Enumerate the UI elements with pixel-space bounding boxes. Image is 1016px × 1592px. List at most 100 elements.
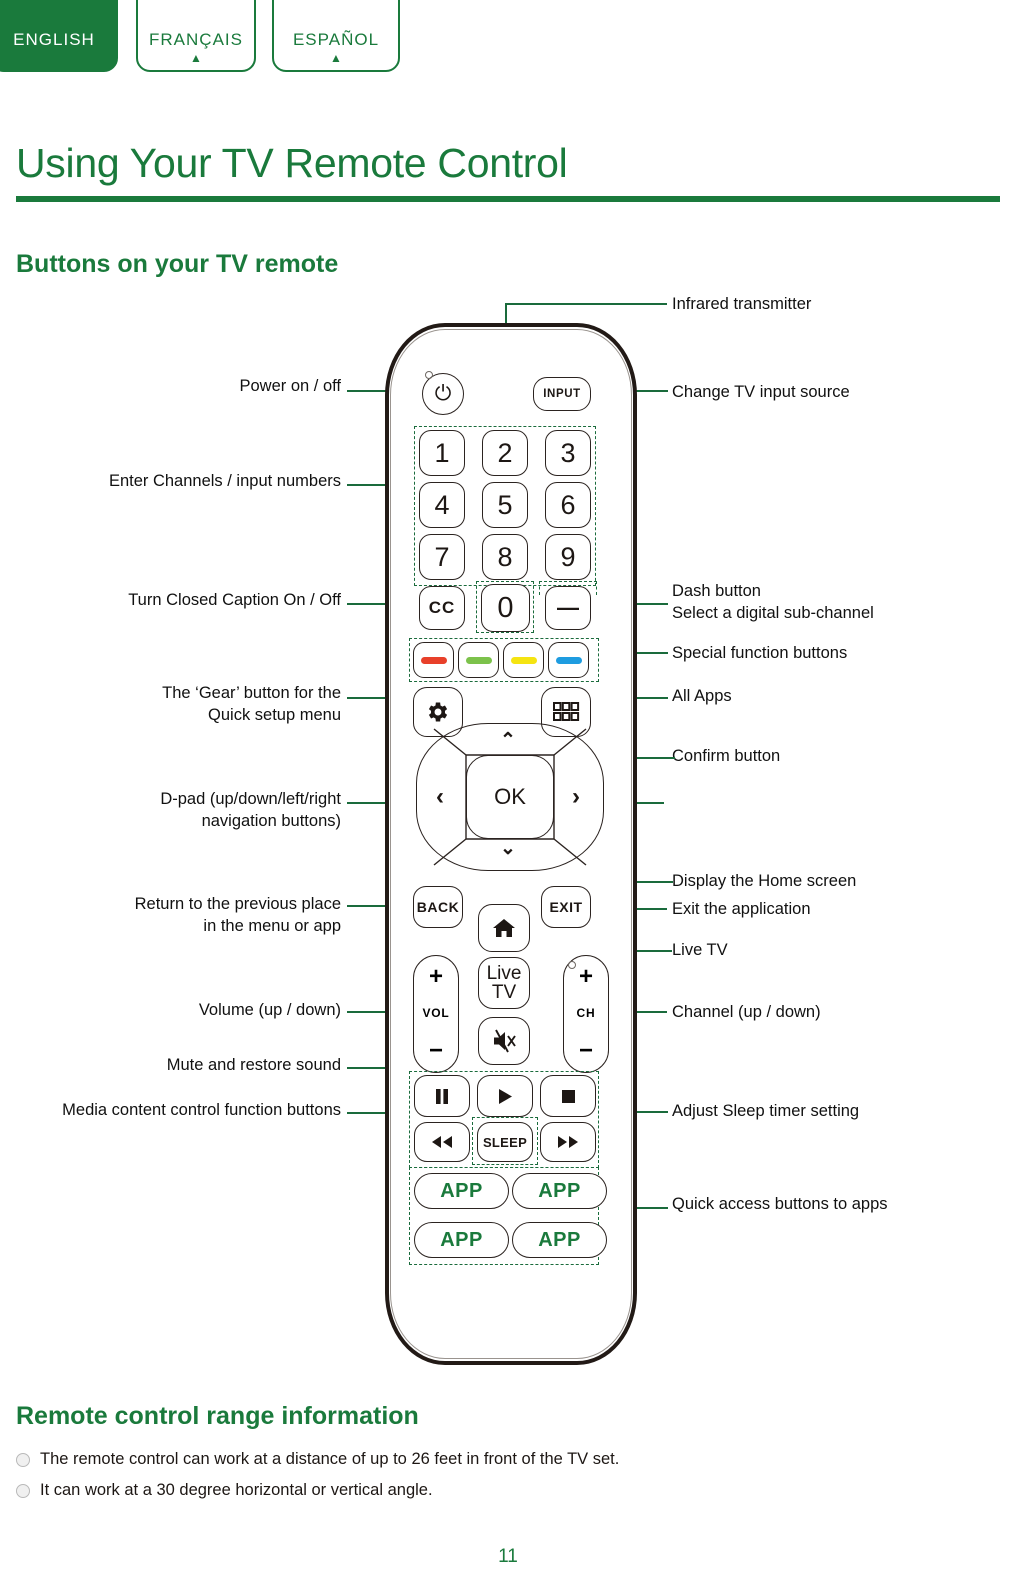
chevron-left-icon: ‹ — [436, 783, 444, 810]
language-tab-english-label: ENGLISH — [13, 30, 95, 49]
power-led-dot — [425, 371, 433, 379]
exit-button[interactable]: EXIT — [541, 886, 591, 928]
annotation-back-line2: in the menu or app — [203, 917, 341, 935]
volume-rocker[interactable]: + VOL − — [413, 955, 459, 1073]
language-tab-english[interactable]: ENGLISH ▲ — [0, 0, 118, 72]
input-label: INPUT — [543, 388, 581, 400]
green-bar-icon — [465, 656, 492, 664]
number-button-6[interactable]: 6 — [545, 482, 591, 528]
volume-label: VOL — [422, 1006, 450, 1020]
dash-button[interactable]: — — [545, 586, 591, 630]
app-button-4[interactable]: APP — [512, 1222, 607, 1258]
dpad: OK ⌃ ⌄ ‹ › — [416, 723, 604, 871]
language-tab-francais[interactable]: FRANÇAIS ▲ — [136, 0, 256, 72]
annotation-sleep-timer: Adjust Sleep timer setting — [672, 1102, 860, 1120]
exit-label: EXIT — [549, 899, 583, 915]
blue-function-button[interactable] — [548, 642, 589, 678]
home-button[interactable] — [478, 904, 530, 952]
number-button-9[interactable]: 9 — [545, 534, 591, 580]
power-button[interactable]: ⏻ — [422, 373, 464, 415]
annotation-exit-application: Exit the application — [672, 900, 811, 918]
sleep-button[interactable]: SLEEP — [477, 1122, 533, 1162]
bullet-icon — [16, 1452, 30, 1467]
caret-up-icon: ▲ — [190, 51, 202, 65]
red-function-button[interactable] — [413, 642, 454, 678]
rewind-button[interactable] — [414, 1122, 470, 1162]
annotation-back-line1: Return to the previous place — [134, 895, 341, 913]
volume-down-label[interactable]: − — [414, 1039, 458, 1063]
rewind-icon — [432, 1136, 452, 1148]
closed-caption-button[interactable]: CC — [419, 586, 465, 630]
app-button-1[interactable]: APP — [414, 1173, 509, 1209]
number-button-1[interactable]: 1 — [419, 430, 465, 476]
pause-icon — [436, 1088, 448, 1104]
leader-infrared-drop — [505, 303, 507, 325]
annotation-volume: Volume (up / down) — [198, 1001, 341, 1019]
number-button-2[interactable]: 2 — [482, 430, 528, 476]
dpad-left-button[interactable]: ‹ — [436, 783, 444, 811]
number-button-4[interactable]: 4 — [419, 482, 465, 528]
section-title: Buttons on your TV remote — [16, 250, 339, 278]
zero-button[interactable]: 0 — [481, 584, 530, 632]
tv-remote-diagram: ⏻ INPUT 1 2 3 4 5 6 7 8 9 CC 0 — OK ⌃ ⌄ … — [385, 323, 637, 1365]
back-button[interactable]: BACK — [413, 886, 463, 928]
annotation-dash-button-line1: Dash button — [672, 582, 761, 600]
annotation-closed-caption: Turn Closed Caption On / Off — [128, 591, 341, 609]
chevron-right-icon: › — [572, 783, 580, 810]
page-number: 11 — [498, 1546, 518, 1567]
mute-icon — [494, 1029, 516, 1053]
app-button-2[interactable]: APP — [512, 1173, 607, 1209]
leader-infrared — [505, 303, 667, 305]
volume-up-label[interactable]: + — [414, 965, 458, 989]
stop-button[interactable] — [540, 1075, 596, 1117]
stop-icon — [561, 1089, 575, 1103]
green-function-button[interactable] — [458, 642, 499, 678]
number-button-7[interactable]: 7 — [419, 534, 465, 580]
app-button-3[interactable]: APP — [414, 1222, 509, 1258]
range-bullet-2-text: It can work at a 30 degree horizontal or… — [40, 1481, 433, 1499]
power-icon: ⏻ — [434, 382, 452, 405]
blue-bar-icon — [555, 656, 582, 664]
annotation-gear-button-line1: The ‘Gear’ button for the — [162, 684, 341, 702]
mute-button[interactable] — [478, 1017, 530, 1065]
language-tab-francais-label: FRANÇAIS — [149, 30, 243, 49]
live-tv-button[interactable]: Live TV — [478, 957, 530, 1009]
pause-button[interactable] — [414, 1075, 470, 1117]
annotation-change-input-source: Change TV input source — [672, 383, 850, 401]
annotation-enter-channels: Enter Channels / input numbers — [108, 472, 341, 490]
annotation-channel-up-down: Channel (up / down) — [672, 1003, 821, 1021]
dpad-down-button[interactable]: ⌄ — [500, 837, 516, 860]
dpad-up-button[interactable]: ⌃ — [500, 729, 516, 752]
language-tab-espanol-label: ESPAÑOL — [292, 30, 380, 49]
fast-forward-icon — [558, 1136, 578, 1148]
input-button[interactable]: INPUT — [533, 377, 591, 411]
annotation-mute: Mute and restore sound — [166, 1056, 341, 1074]
range-bullet-1-text: The remote control can work at a distanc… — [40, 1450, 620, 1468]
live-tv-label-line1: Live — [486, 962, 522, 984]
annotation-special-function-buttons: Special function buttons — [672, 644, 848, 662]
range-bullet-1: The remote control can work at a distanc… — [16, 1450, 619, 1469]
range-bullet-2: It can work at a 30 degree horizontal or… — [16, 1481, 433, 1500]
number-button-5[interactable]: 5 — [482, 482, 528, 528]
language-tab-espanol[interactable]: ESPAÑOL ▲ — [272, 0, 400, 72]
channel-rocker[interactable]: + CH − — [563, 955, 609, 1073]
page-title: Using Your TV Remote Control — [16, 140, 568, 186]
home-icon — [493, 919, 515, 937]
number-button-8[interactable]: 8 — [482, 534, 528, 580]
dpad-right-button[interactable]: › — [572, 783, 580, 811]
channel-down-label[interactable]: − — [564, 1039, 608, 1063]
annotation-dash-button-line2: Select a digital sub-channel — [672, 604, 874, 622]
yellow-bar-icon — [510, 656, 537, 664]
fast-forward-button[interactable] — [540, 1122, 596, 1162]
yellow-function-button[interactable] — [503, 642, 544, 678]
channel-led-dot — [568, 961, 576, 969]
annotation-live-tv: Live TV — [672, 941, 728, 959]
number-button-3[interactable]: 3 — [545, 430, 591, 476]
dash-label: — — [557, 595, 579, 620]
annotation-media-controls: Media content control function buttons — [62, 1101, 341, 1119]
range-section-title: Remote control range information — [16, 1402, 419, 1430]
gear-icon — [428, 702, 448, 722]
play-button[interactable] — [477, 1075, 533, 1117]
ok-button[interactable]: OK — [466, 755, 554, 839]
annotation-dpad-line1: D-pad (up/down/left/right — [160, 790, 341, 808]
